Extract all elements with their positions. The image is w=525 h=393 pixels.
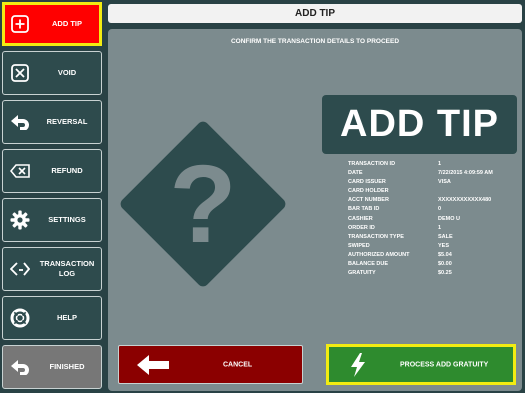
question-mark-icon: ? — [169, 142, 237, 266]
lifebuoy-icon — [9, 307, 31, 329]
detail-row: CARD HOLDER — [348, 187, 518, 196]
detail-row: CARD ISSUER VISA — [348, 178, 518, 187]
detail-label: ORDER ID — [348, 224, 375, 231]
detail-label: BALANCE DUE — [348, 261, 389, 268]
plus-box-icon — [9, 13, 31, 35]
sidebar-item-label: TRANSACTION LOG — [39, 259, 95, 278]
detail-label: CARD HOLDER — [348, 188, 389, 195]
x-box-icon — [9, 62, 31, 84]
detail-value: DEMO U — [438, 215, 460, 222]
detail-label: AUTHORIZED AMOUNT — [348, 251, 410, 258]
detail-value: SALE — [438, 233, 453, 240]
sidebar-item-label: HELP — [56, 313, 77, 322]
detail-label: GRATUITY — [348, 270, 376, 277]
process-add-gratuity-button[interactable]: PROCESS ADD GRATUITY — [326, 344, 516, 385]
sidebar-item-help[interactable]: HELP — [2, 296, 102, 340]
add-tip-badge: ADD TIP — [322, 95, 517, 154]
detail-label: DATE — [348, 170, 363, 177]
detail-row: GRATUITY $0.25 — [348, 269, 518, 278]
sidebar-item-add-tip[interactable]: ADD TIP — [2, 2, 102, 46]
backspace-icon — [9, 160, 31, 182]
detail-row: ORDER ID 1 — [348, 224, 518, 233]
gear-icon — [9, 209, 31, 231]
main-panel: CONFIRM THE TRANSACTION DETAILS TO PROCE… — [108, 29, 522, 391]
lightning-icon — [349, 352, 367, 383]
sidebar-item-reversal[interactable]: REVERSAL — [2, 100, 102, 144]
sidebar-item-settings[interactable]: SETTINGS — [2, 198, 102, 242]
detail-row: DATE 7/22/2015 4:09:59 AM — [348, 169, 518, 178]
sidebar-item-refund[interactable]: REFUND — [2, 149, 102, 193]
process-label: PROCESS ADD GRATUITY — [400, 361, 489, 368]
detail-label: TRANSACTION ID — [348, 161, 396, 167]
detail-value — [438, 187, 518, 196]
detail-value: VISA — [438, 179, 451, 186]
detail-value: $0.00 — [438, 261, 452, 268]
cancel-button[interactable]: CANCEL — [118, 345, 303, 384]
detail-row: CASHIER DEMO U — [348, 215, 518, 224]
sidebar-item-void[interactable]: VOID — [2, 51, 102, 95]
undo-arrow-icon — [9, 111, 31, 133]
detail-value: 0 — [438, 206, 442, 213]
detail-row: ACCT NUMBER XXXXXXXXXXXX480 — [348, 196, 518, 205]
detail-label: ACCT NUMBER — [348, 197, 389, 204]
detail-value: XXXXXXXXXXXX480 — [438, 197, 492, 204]
page-title: ADD TIP — [108, 4, 522, 23]
detail-row: AUTHORIZED AMOUNT $5.04 — [348, 251, 518, 260]
detail-row: TRANSACTION TYPE SALE — [348, 233, 518, 242]
detail-value: 7/22/2015 4:09:59 AM — [438, 170, 493, 177]
sidebar-item-label: SETTINGS — [48, 215, 86, 224]
instruction-text: CONFIRM THE TRANSACTION DETAILS TO PROCE… — [230, 38, 400, 45]
detail-value: YES — [438, 242, 450, 249]
sidebar-item-transaction-log[interactable]: TRANSACTION LOG — [2, 247, 102, 291]
detail-label: SWIPED — [348, 242, 370, 249]
detail-row: TRANSACTION ID 1 — [348, 160, 518, 169]
detail-label: BAR TAB ID — [348, 206, 380, 213]
detail-value: $0.25 — [438, 270, 452, 277]
sidebar-item-label: FINISHED — [49, 362, 85, 371]
detail-label: CASHIER — [348, 215, 373, 222]
sidebar-item-label: VOID — [57, 68, 77, 77]
sidebar-item-finished[interactable]: FINISHED — [2, 345, 102, 389]
detail-row: SWIPED YES — [348, 242, 518, 251]
detail-label: CARD ISSUER — [348, 179, 386, 186]
detail-row: BALANCE DUE $0.00 — [348, 260, 518, 269]
sidebar-item-label: REVERSAL — [46, 117, 88, 126]
cancel-label: CANCEL — [223, 361, 253, 368]
detail-label: TRANSACTION TYPE — [348, 233, 404, 240]
detail-value: 1 — [438, 161, 442, 167]
undo-arrow-icon — [9, 356, 31, 378]
left-arrow-icon — [135, 353, 171, 382]
sidebar-item-label: ADD TIP — [52, 19, 82, 28]
transaction-details: TRANSACTION ID 1 DATE 7/22/2015 4:09:59 AM… — [348, 160, 518, 278]
detail-value: $5.04 — [438, 251, 452, 258]
sidebar-item-label: REFUND — [51, 166, 83, 175]
detail-value: 1 — [438, 224, 442, 231]
code-brackets-icon — [9, 258, 31, 280]
detail-row: BAR TAB ID 0 — [348, 205, 518, 214]
